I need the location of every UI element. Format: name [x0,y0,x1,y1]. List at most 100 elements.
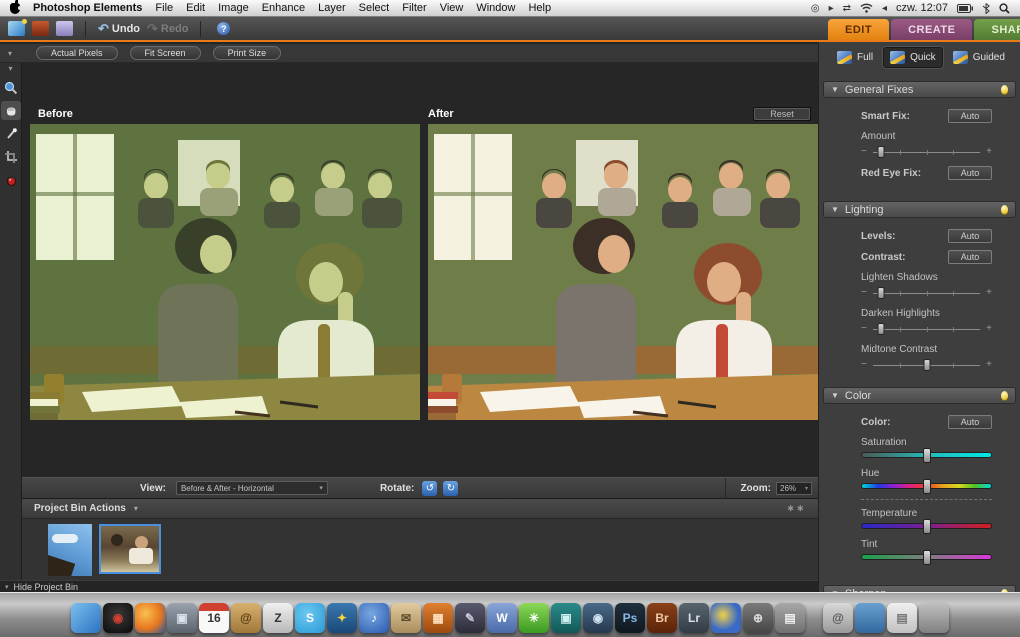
reset-button[interactable]: Reset [753,107,811,121]
temperature-gradient-slider[interactable] [861,519,992,534]
menu-select[interactable]: Select [359,2,390,14]
photoshop-icon[interactable]: Ps [615,603,645,633]
photo-booth-icon[interactable]: ▣ [551,603,581,633]
slider-track[interactable] [872,357,981,372]
tab-create[interactable]: CREATE [891,19,973,40]
hide-project-bin-bar[interactable]: ▾ Hide Project Bin [0,580,818,592]
camera-app-icon[interactable]: ◉ [583,603,613,633]
slider-thumb[interactable] [877,146,885,158]
menu-image[interactable]: Image [218,2,249,14]
slider-plus[interactable]: + [986,359,992,370]
container-icon[interactable] [855,603,885,633]
slider-plus[interactable]: + [986,323,992,334]
slider-thumb[interactable] [877,287,885,299]
web-app-icon[interactable] [711,603,741,633]
new-file-icon[interactable] [8,19,27,36]
auto-button[interactable]: Auto [948,415,992,429]
tab-edit[interactable]: EDIT [828,19,890,40]
skype-icon[interactable]: S [295,603,325,633]
messenger-icon[interactable]: ✳ [519,603,549,633]
red-eye-removal-tool[interactable] [1,170,21,189]
projector-app-icon[interactable]: ▦ [423,603,453,633]
print-size-button[interactable]: Print Size [212,46,282,60]
tint-gradient-slider[interactable] [861,550,992,565]
menu-app-name[interactable]: Photoshop Elements [33,2,142,14]
slider-track[interactable] [872,285,981,300]
rotate-left-button[interactable]: ↺ [422,480,438,496]
slider-thumb[interactable] [922,519,931,534]
rotate-right-button[interactable]: ↻ [443,480,459,496]
slider-thumb[interactable] [922,550,931,565]
playback-icon[interactable]: ▸ [829,3,834,14]
trash-icon[interactable] [919,603,949,633]
apple-menu-icon[interactable] [10,0,22,14]
iphoto-icon[interactable]: ✦ [327,603,357,633]
slider-minus[interactable]: − [861,146,867,157]
menu-clock[interactable]: czw. 12:07 [896,2,948,14]
open-file-icon[interactable] [32,21,49,36]
hand-tool[interactable] [0,101,21,120]
view-select[interactable]: Before & After - Horizontal ▾ [175,481,328,495]
slider-plus[interactable]: + [986,146,992,157]
bluetooth-icon[interactable] [982,2,990,14]
thumbnail-sky-photo[interactable] [48,524,92,576]
address-book-icon[interactable]: @ [231,603,261,633]
mode-guided[interactable]: Guided [947,48,1011,67]
lightbulb-icon[interactable] [1001,391,1008,400]
slider-thumb[interactable] [877,323,885,335]
zoom-value-box[interactable]: 26% ▾ [776,481,812,495]
menu-enhance[interactable]: Enhance [262,2,305,14]
quick-selection-tool[interactable] [1,124,21,143]
settings-app-icon[interactable]: ⊕ [743,603,773,633]
menu-view[interactable]: View [440,2,464,14]
slider-thumb[interactable] [923,359,930,371]
menu-window[interactable]: Window [476,2,515,14]
help-button[interactable]: ? [217,22,231,35]
tools-caret-icon[interactable]: ▾ [8,64,12,74]
slider-thumb[interactable] [922,479,931,494]
lightbulb-icon[interactable] [1001,85,1008,94]
section-header[interactable]: ▼ General Fixes [823,81,1016,98]
finder-icon[interactable] [71,603,101,633]
slider-minus[interactable]: − [861,287,867,298]
input-sync-icon[interactable]: ⇄ [843,3,851,14]
undo-button[interactable]: ↶ Undo [98,21,140,37]
preview-icon[interactable]: ▣ [167,603,197,633]
lightbulb-icon[interactable] [1001,205,1008,214]
ical-icon[interactable]: 16 [199,603,229,633]
documents-icon[interactable]: ▤ [887,603,917,633]
auto-button[interactable]: Auto [948,109,992,123]
section-header[interactable]: ▼ Lighting [823,201,1016,218]
lightroom-icon[interactable]: Lr [679,603,709,633]
slider-track[interactable] [872,144,981,159]
ink-app-icon[interactable]: ✎ [455,603,485,633]
bin-options-icon[interactable]: ∗∗ [787,503,806,514]
menu-edit[interactable]: Edit [186,2,205,14]
project-bin-actions-button[interactable]: Project Bin Actions [34,503,126,514]
word-icon[interactable]: W [487,603,517,633]
mode-full[interactable]: Full [831,48,879,67]
saturation-gradient-slider[interactable] [861,448,992,463]
tab-share[interactable]: SHARE [974,19,1020,40]
fit-screen-button[interactable]: Fit Screen [129,46,201,60]
auto-button[interactable]: Auto [948,250,992,264]
firefox-icon[interactable] [135,603,165,633]
battery-icon[interactable] [957,3,973,13]
slider-track[interactable] [872,321,981,336]
stamp-app-icon[interactable]: @ [823,603,853,633]
slider-thumb[interactable] [922,448,931,463]
wifi-icon[interactable] [860,3,873,13]
options-caret-icon[interactable]: ▾ [8,49,12,58]
thumbnail-classroom-photo-selected[interactable] [99,524,161,574]
slideshow-app-icon[interactable]: ▤ [775,603,805,633]
actual-pixels-button[interactable]: Actual Pixels [36,46,118,60]
crop-tool[interactable] [1,147,21,166]
menu-file[interactable]: File [155,2,173,14]
dashboard-icon[interactable]: ◉ [103,603,133,633]
notes-icon[interactable]: ✉ [391,603,421,633]
menu-filter[interactable]: Filter [402,2,426,14]
section-header[interactable]: ▼ Color [823,387,1016,404]
auto-button[interactable]: Auto [948,229,992,243]
sync-status-icon[interactable]: ◎ [811,3,820,14]
volume-icon[interactable]: ◂ [882,3,887,14]
